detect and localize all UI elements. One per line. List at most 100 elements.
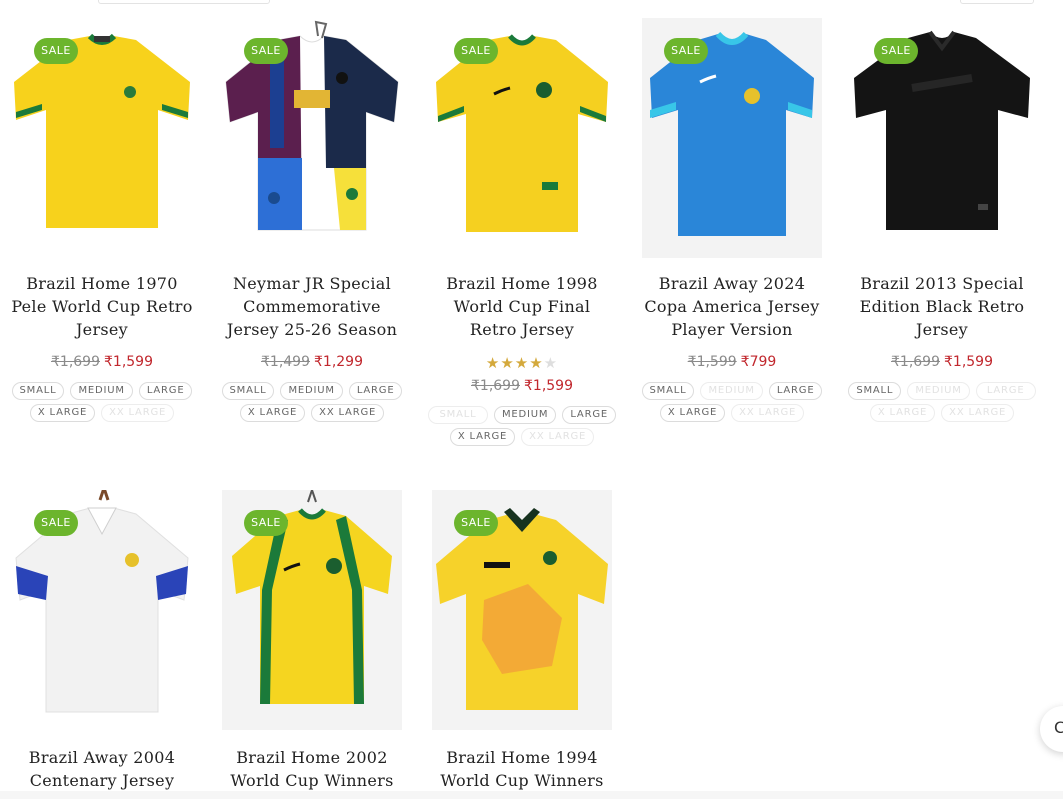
price: ₹1,699 ₹1,599	[840, 354, 1044, 370]
title-line: Brazil 2013 Special	[860, 274, 1024, 293]
size-option-unavailable: XX LARGE	[941, 404, 1015, 422]
size-option-unavailable: XX LARGE	[731, 404, 805, 422]
title-line: Centenary Jersey	[29, 771, 175, 790]
old-price: ₹1,699	[891, 354, 940, 370]
title-line: Copa America Jersey	[644, 297, 820, 316]
size-options: SMALL MEDIUM LARGE X LARGE XX LARGE	[426, 406, 618, 446]
size-option-unavailable: LARGE	[975, 382, 1036, 400]
product-title[interactable]: Neymar JR Special Commemorative Jersey 2…	[210, 272, 414, 341]
size-option[interactable]: X LARGE	[239, 404, 306, 422]
sale-badge: SALE	[34, 510, 78, 536]
sale-badge: SALE	[454, 38, 498, 64]
title-line: Commemorative	[243, 297, 381, 316]
star-empty-icon: ★	[543, 354, 559, 372]
sale-price: ₹1,599	[944, 354, 993, 370]
title-line: Jersey 25-26 Season	[226, 320, 398, 339]
size-option-unavailable: SMALL	[427, 406, 488, 424]
size-option[interactable]: SMALL	[221, 382, 275, 400]
title-line: World Cup Final	[453, 297, 591, 316]
chat-button[interactable]: C	[1040, 706, 1063, 752]
product-image[interactable]: SALE	[222, 490, 402, 730]
title-line: Neymar JR Special	[232, 274, 391, 293]
product-image[interactable]: SALE	[432, 18, 612, 258]
sale-badge: SALE	[34, 38, 78, 64]
size-option[interactable]: X LARGE	[449, 428, 516, 446]
product-image[interactable]: SALE	[12, 18, 192, 258]
page-footer-edge	[0, 791, 1063, 799]
title-line: World Cup Winners	[440, 771, 604, 790]
product-image[interactable]: SALE	[852, 18, 1032, 258]
size-options: SMALL MEDIUM LARGE X LARGE XX LARGE	[636, 382, 828, 422]
size-option[interactable]: LARGE	[348, 382, 403, 400]
price: ₹1,599 ₹799	[630, 354, 834, 370]
sale-badge: SALE	[244, 38, 288, 64]
product-image[interactable]: SALE	[12, 490, 192, 730]
size-options: SMALL MEDIUM LARGE X LARGE XX LARGE	[216, 382, 408, 422]
sale-price: ₹799	[740, 354, 777, 370]
title-line: Retro Jersey	[469, 320, 575, 339]
old-price: ₹1,699	[471, 378, 520, 394]
sale-badge: SALE	[874, 38, 918, 64]
product-title[interactable]: Brazil Home 1998 World Cup Final Retro J…	[420, 272, 624, 341]
size-options: SMALL MEDIUM LARGE X LARGE XX LARGE	[6, 382, 198, 422]
sale-badge: SALE	[664, 38, 708, 64]
title-line: Brazil Home 1998	[446, 274, 598, 293]
size-option[interactable]: SMALL	[641, 382, 695, 400]
product-title[interactable]: Brazil Home 2002 World Cup Winners	[210, 746, 414, 792]
rating-stars: ★★★★★	[420, 354, 624, 372]
size-option-unavailable: XX LARGE	[101, 404, 175, 422]
title-line: Pele World Cup Retro	[11, 297, 193, 316]
size-option[interactable]: SMALL	[11, 382, 65, 400]
title-line: Jersey	[915, 320, 969, 339]
chat-bubble-icon: C	[1054, 718, 1063, 737]
price: ₹1,499 ₹1,299	[210, 354, 414, 370]
product-title[interactable]: Brazil Away 2004 Centenary Jersey	[0, 746, 204, 792]
old-price: ₹1,499	[261, 354, 310, 370]
size-option[interactable]: SMALL	[848, 382, 902, 400]
size-option-unavailable: XX LARGE	[521, 428, 595, 446]
old-price: ₹1,699	[51, 354, 100, 370]
title-line: Player Version	[671, 320, 793, 339]
title-line: Brazil Home 1970	[26, 274, 178, 293]
sale-badge: SALE	[244, 510, 288, 536]
sort-dropdown[interactable]	[960, 0, 1034, 4]
product-title[interactable]: Brazil 2013 Special Edition Black Retro …	[840, 272, 1044, 341]
product-title[interactable]: Brazil Away 2024 Copa America Jersey Pla…	[630, 272, 834, 341]
product-title[interactable]: Brazil Home 1970 Pele World Cup Retro Je…	[0, 272, 204, 341]
title-line: Brazil Home 1994	[446, 748, 598, 767]
size-option[interactable]: X LARGE	[659, 404, 726, 422]
size-option[interactable]: MEDIUM	[493, 406, 557, 424]
star-filled-icon: ★	[514, 354, 530, 372]
top-toolbar	[0, 0, 1063, 8]
size-option-unavailable: MEDIUM	[700, 382, 763, 400]
product-image[interactable]: SALE	[222, 18, 402, 258]
size-option[interactable]: LARGE	[562, 406, 616, 424]
product-image[interactable]: SALE	[432, 490, 612, 730]
size-option[interactable]: X LARGE	[29, 404, 96, 422]
sale-price: ₹1,599	[104, 354, 153, 370]
title-line: Brazil Away 2004	[28, 748, 176, 767]
size-option[interactable]: LARGE	[768, 382, 823, 400]
sale-badge: SALE	[454, 510, 498, 536]
title-line: Brazil Home 2002	[236, 748, 388, 767]
product-title[interactable]: Brazil Home 1994 World Cup Winners	[420, 746, 624, 792]
product-image[interactable]: SALE	[642, 18, 822, 258]
size-options: SMALL MEDIUM LARGE X LARGE XX LARGE	[846, 382, 1038, 422]
star-filled-icon: ★	[529, 354, 544, 372]
title-line: World Cup Winners	[230, 771, 394, 790]
sale-price: ₹1,599	[524, 378, 573, 394]
size-option[interactable]: LARGE	[138, 382, 193, 400]
title-line: Edition Black Retro	[859, 297, 1025, 316]
old-price: ₹1,599	[687, 354, 737, 370]
title-line: Brazil Away 2024	[658, 274, 806, 293]
filter-dropdown[interactable]	[98, 0, 270, 4]
size-option[interactable]: MEDIUM	[70, 382, 133, 400]
title-line: Jersey	[75, 320, 129, 339]
size-option[interactable]: XX LARGE	[311, 404, 385, 422]
size-option[interactable]: MEDIUM	[280, 382, 343, 400]
sale-price: ₹1,299	[314, 354, 363, 370]
size-option-unavailable: X LARGE	[869, 404, 936, 422]
size-option-unavailable: MEDIUM	[907, 382, 970, 400]
star-filled-icon: ★	[485, 354, 501, 372]
price: ₹1,699 ₹1,599	[420, 378, 624, 394]
